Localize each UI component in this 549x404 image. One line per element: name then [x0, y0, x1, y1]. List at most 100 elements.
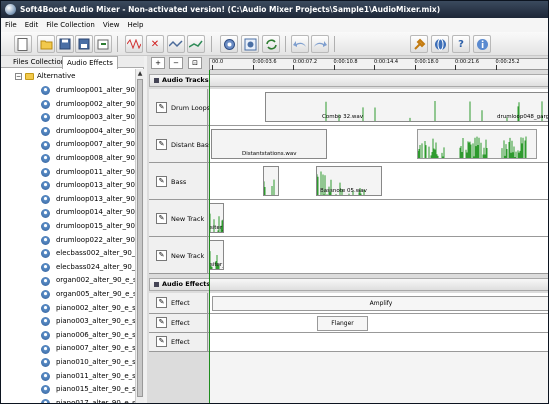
track-lane[interactable]: Bassnote 05.wav [209, 163, 548, 199]
properties-icon[interactable] [220, 35, 238, 53]
effect-settings-icon[interactable]: ✎ [156, 336, 167, 347]
section-icon [154, 78, 159, 83]
zoom-out-icon[interactable]: − [169, 57, 183, 69]
tree-node-alternative[interactable]: − Alternative [15, 70, 75, 82]
tab-files-collection[interactable]: Files Collection [9, 56, 69, 68]
list-item[interactable]: piano002_alter_90_e_sc4 [41, 302, 135, 316]
clip-bassnote[interactable]: Bassnote 05.wav [316, 166, 382, 196]
file-name: drumloop013_alter_90_x_ [56, 181, 135, 190]
audio-file-icon [41, 154, 50, 164]
settings-icon[interactable] [241, 35, 259, 53]
audio-file-icon [41, 195, 50, 205]
list-item[interactable]: organ002_alter_90_e_sc [41, 274, 135, 288]
clip-distantstations[interactable]: Distantstations.wav [211, 129, 327, 159]
web-icon[interactable] [431, 35, 449, 53]
list-item[interactable]: drumloop011_alter_90_x_ [41, 166, 135, 180]
copy-icon[interactable] [187, 35, 205, 53]
save-icon[interactable] [56, 35, 74, 53]
effect-lane[interactable]: Flanger [209, 314, 548, 332]
list-item[interactable]: drumloop001_alter_90_x_ [41, 84, 135, 98]
tab-audio-effects[interactable]: Audio Effects [62, 56, 118, 69]
menu-view[interactable]: View [99, 18, 124, 32]
clip-label: Distantstations.wav [242, 151, 297, 157]
playhead-cursor[interactable] [209, 70, 210, 403]
delete-icon[interactable]: ✕ [146, 35, 164, 53]
zoom-in-icon[interactable]: + [151, 57, 165, 69]
audio-effects-label: Audio Effects [162, 280, 211, 288]
scroll-up-icon[interactable]: ▲ [136, 69, 144, 78]
list-item[interactable]: drumloop013_alter_90_x_ [41, 179, 135, 193]
help-icon[interactable]: ? [452, 35, 470, 53]
list-item[interactable]: drumloop002_alter_90_x_ [41, 98, 135, 112]
save-as-icon[interactable] [75, 35, 93, 53]
ruler-tick: 0:00:10.8 [333, 59, 358, 70]
time-ruler[interactable]: 00.0 0:00:03.6 0:00:07.2 0:00:10.8 0:00:14.4… [209, 58, 548, 70]
list-item[interactable]: drumloop007_alter_90_x_ [41, 138, 135, 152]
file-name: drumloop008_alter_90_x_ [56, 154, 135, 162]
clip-bass-short[interactable] [263, 166, 279, 196]
track-settings-icon[interactable]: ✎ [156, 102, 167, 113]
track-settings-icon[interactable]: ✎ [156, 139, 167, 150]
list-item[interactable]: drumloop013_alter_90_x_ [41, 193, 135, 207]
new-project-icon[interactable] [14, 35, 32, 53]
list-item[interactable]: elecbass002_alter_90_e_ [41, 247, 135, 261]
clip-siter-2[interactable]: siter_ [209, 240, 224, 270]
list-item[interactable]: elecbass024_alter_90_e_ [41, 261, 135, 275]
list-item[interactable]: piano007_alter_90_e_sc4 [41, 342, 135, 356]
zoom-fit-icon[interactable]: ⊡ [188, 57, 202, 69]
effect-lane[interactable] [209, 333, 548, 351]
clip-label: siter_ [210, 262, 224, 268]
effect-settings-icon[interactable]: ✎ [156, 297, 167, 308]
effect-block-amplify[interactable]: Amplify [212, 296, 548, 311]
track-lane[interactable]: siter_ [209, 200, 548, 236]
track-lane[interactable]: Distantstations.wav [209, 126, 548, 162]
menu-file[interactable]: File [1, 18, 21, 32]
list-item[interactable]: piano015_alter_90_e_sc4 [41, 383, 135, 397]
list-item[interactable]: drumloop015_alter_90_x_ [41, 220, 135, 234]
track-lane[interactable]: siter_ [209, 237, 548, 273]
file-name: drumloop004_alter_90_x_ [56, 126, 135, 135]
list-item[interactable]: piano010_alter_90_e_sc4 [41, 356, 135, 370]
clip-combo[interactable]: Combo 32.wav drumloop048_garga [265, 92, 548, 122]
redo-icon[interactable] [311, 35, 329, 53]
effect-lane[interactable]: Amplify [209, 293, 548, 313]
list-item[interactable]: drumloop008_alter_90_x_ [41, 152, 135, 166]
list-item[interactable]: drumloop014_alter_90_x_ [41, 206, 135, 220]
cut-icon[interactable] [167, 35, 185, 53]
list-item[interactable]: organ005_alter_90_e_sc [41, 288, 135, 302]
list-item[interactable]: piano017_alter_90_e_sc4 [41, 397, 135, 403]
track-settings-icon[interactable]: ✎ [156, 213, 167, 224]
effect-block-flanger[interactable]: Flanger [317, 316, 368, 331]
track-settings-icon[interactable]: ✎ [156, 250, 167, 261]
undo-icon[interactable] [291, 35, 309, 53]
import-icon[interactable] [94, 35, 112, 53]
menu-edit[interactable]: Edit [21, 18, 43, 32]
list-item[interactable]: drumloop022_alter_90_x_ [41, 234, 135, 248]
clip-label: Combo 32.wav [322, 114, 364, 120]
clip-label: Bassnote 05.wav [320, 188, 367, 194]
collapse-icon[interactable]: − [15, 72, 22, 80]
clip-siter-1[interactable]: siter_ [209, 203, 224, 233]
list-item[interactable]: drumloop003_alter_90_x_ [41, 111, 135, 125]
list-item[interactable]: piano011_alter_90_e_sc4 [41, 370, 135, 384]
track-lane[interactable]: Combo 32.wav drumloop048_garga [209, 89, 548, 125]
track-settings-icon[interactable]: ✎ [156, 176, 167, 187]
mixdown-icon[interactable] [125, 35, 143, 53]
empty-timeline-area[interactable] [209, 352, 548, 403]
scroll-thumb[interactable] [137, 79, 143, 397]
tree-scrollbar[interactable]: ▲ [135, 69, 144, 403]
list-item[interactable]: piano006_alter_90_e_sc4 [41, 329, 135, 343]
list-item[interactable]: drumloop004_alter_90_x_ [41, 125, 135, 139]
list-item[interactable]: piano003_alter_90_e_sc4 [41, 315, 135, 329]
open-folder-icon[interactable] [37, 35, 55, 53]
about-icon[interactable] [473, 35, 491, 53]
tools-icon[interactable] [410, 35, 428, 53]
effect-settings-icon[interactable]: ✎ [156, 317, 167, 328]
folder-icon [25, 72, 34, 80]
clip-distant-bass-blocks[interactable] [417, 129, 537, 159]
menu-file-collection[interactable]: File Collection [42, 18, 99, 32]
audio-file-icon [41, 358, 50, 368]
menu-help[interactable]: Help [123, 18, 147, 32]
refresh-icon[interactable] [262, 35, 280, 53]
left-panel-tabs: Files Collection Audio Effects [1, 56, 144, 69]
